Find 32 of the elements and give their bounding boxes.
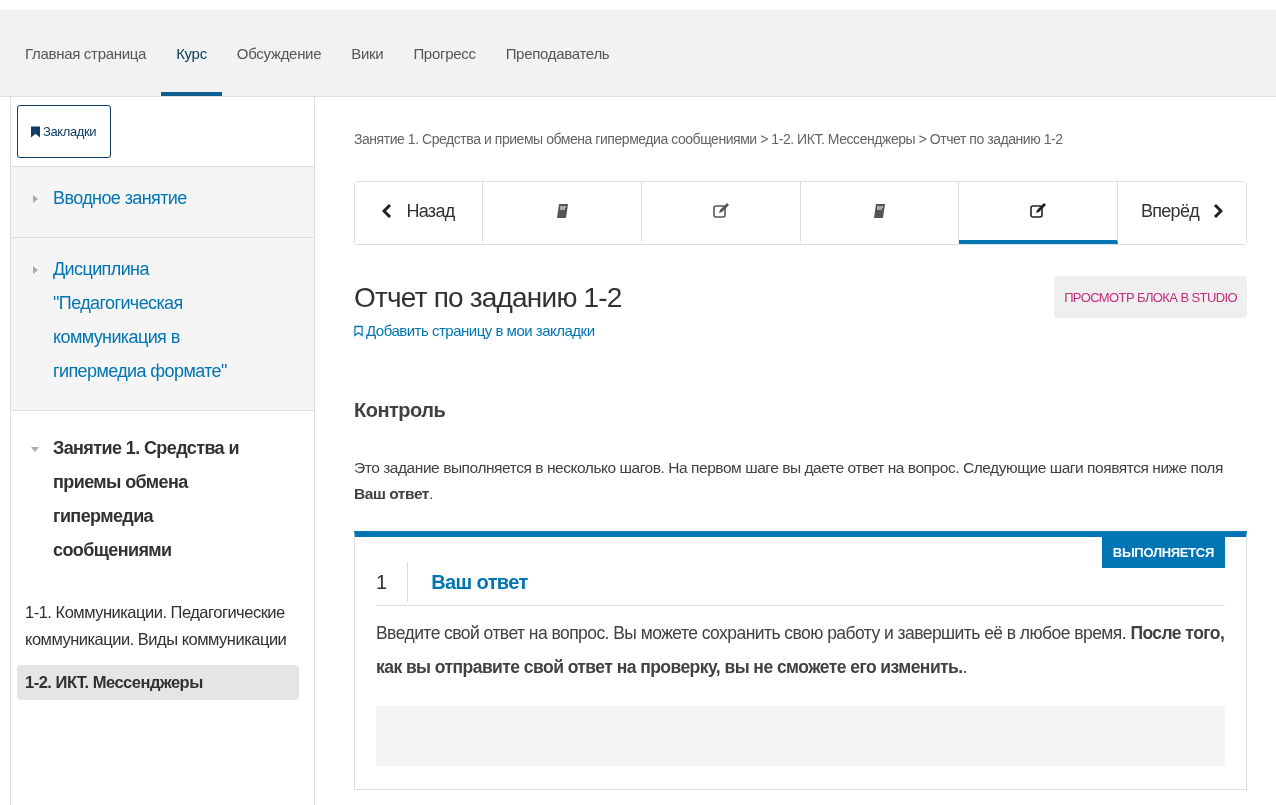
nav-tab[interactable]: Преподаватель xyxy=(490,10,625,96)
section-link[interactable]: Занятие 1. Средства и приемы обмена гипермедиа сообщениями xyxy=(53,431,273,567)
bookmark-icon xyxy=(31,125,40,138)
edit-icon xyxy=(712,203,729,219)
chevron-right-icon xyxy=(1213,204,1224,218)
nav-tab[interactable]: Курс xyxy=(161,10,222,96)
breadcrumb: Занятие 1. Средства и приемы обмена гипермедиа сообщениями > 1-2. ИКТ. Мессенджеры > Отчет по заданию 1-2 xyxy=(354,131,1064,147)
subsection-link[interactable]: 1-1. Коммуникации. Педагогические коммуникации. Виды коммуникации xyxy=(17,595,299,657)
bookmarks-button[interactable]: Закладки xyxy=(17,105,112,158)
nav-tab[interactable]: Обсуждение xyxy=(221,10,337,96)
step-instructions: Введите свой ответ на вопрос. Вы можете сохранить свою работу и завершить её в любое время. После того, как вы отправите свой ответ на проверку, вы не сможете его изменить.. xyxy=(376,622,1225,679)
add-bookmark-link[interactable]: Добавить страницу в мои закладки xyxy=(354,322,595,339)
section-link[interactable]: Дисциплина "Педагогическая коммуникация в гипермедиа формате" xyxy=(53,252,253,388)
instructions-text: Это задание выполняется в несколько шагов. На первом шаге вы даете ответ на вопрос. Следующие шаги появятся ниже поля Ваш ответ. xyxy=(354,458,1224,504)
chevron-left-icon xyxy=(382,204,393,218)
section-link[interactable]: Вводное занятие xyxy=(53,181,253,215)
back-button[interactable]: Назад xyxy=(355,182,483,244)
step-title: Ваш ответ xyxy=(430,570,528,594)
unit-tab[interactable] xyxy=(959,182,1118,244)
nav-tab[interactable]: Главная страница xyxy=(10,10,162,96)
edit-icon xyxy=(1030,203,1047,219)
book-icon xyxy=(873,204,886,218)
section-heading: Контроль xyxy=(354,399,447,422)
nav-tab[interactable]: Вики xyxy=(336,10,399,96)
subsection-link[interactable]: 1-2. ИКТ. Мессенджеры xyxy=(17,665,299,700)
nav-tab[interactable]: Прогресс xyxy=(398,10,491,96)
book-icon xyxy=(555,204,568,218)
step-number: 1 xyxy=(376,562,409,602)
page-title: Отчет по заданию 1-2 xyxy=(354,282,622,314)
bookmark-icon xyxy=(354,324,363,337)
studio-button[interactable]: ПРОСМОТР БЛОКА В STUDIO xyxy=(1054,276,1247,318)
status-badge: ВЫПОЛНЯЕТСЯ xyxy=(1101,537,1225,568)
